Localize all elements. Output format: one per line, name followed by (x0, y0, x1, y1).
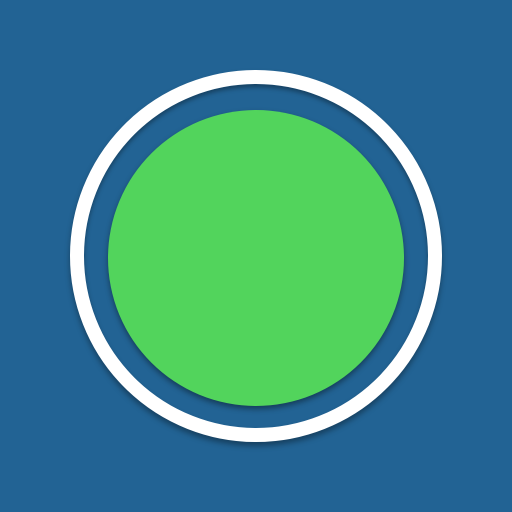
app-icon-canvas (0, 0, 512, 512)
record-button-icon[interactable] (108, 110, 404, 406)
